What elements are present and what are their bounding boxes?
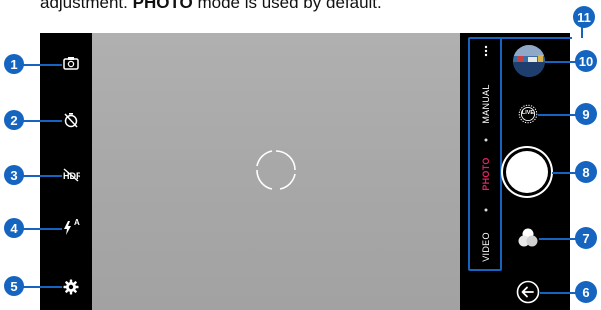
callout-line-10 [545, 61, 577, 63]
back-button[interactable] [516, 280, 540, 304]
switch-camera-icon [63, 57, 79, 70]
callout-line-11-vertical [581, 27, 583, 38]
callout-line-4 [18, 228, 62, 230]
callout-9: 9 [575, 103, 597, 125]
arrow-left-icon [516, 280, 540, 304]
callout-line-8 [552, 172, 577, 174]
mode-separator [484, 138, 488, 142]
callout-8: 8 [575, 161, 597, 183]
callout-7: 7 [575, 227, 597, 249]
hdr-button[interactable]: HDR [61, 165, 81, 185]
callout-4: 4 [4, 218, 24, 238]
callout-6: 6 [575, 281, 597, 303]
callout-line-5 [18, 286, 62, 288]
caption-before: adjustment. [40, 0, 133, 12]
mode-video[interactable]: VIDEO [481, 232, 491, 262]
switch-camera-button[interactable] [61, 53, 81, 73]
mode-separator [484, 208, 488, 212]
callout-line-6 [540, 292, 577, 294]
callout-10: 10 [575, 50, 597, 72]
settings-button[interactable] [61, 277, 81, 297]
focus-ring-icon [256, 150, 296, 190]
callout-line-3 [18, 175, 62, 177]
live-photo-button[interactable]: LIVE [518, 104, 538, 124]
gallery-preview-image [513, 45, 545, 77]
callout-3: 3 [4, 165, 24, 185]
gear-icon [63, 279, 79, 295]
gallery-thumbnail[interactable] [513, 45, 545, 77]
mode-manual[interactable]: MANUAL [481, 84, 491, 123]
callout-line-9 [538, 114, 577, 116]
caption-mode-name: PHOTO [132, 0, 193, 12]
callout-11: 11 [573, 6, 595, 28]
callout-line-2 [18, 120, 62, 122]
mode-photo[interactable]: PHOTO [481, 157, 491, 190]
callout-2: 2 [4, 110, 24, 130]
timer-off-icon [64, 113, 78, 128]
flash-button[interactable]: A [61, 218, 81, 238]
callout-5: 5 [4, 276, 24, 296]
instruction-text: adjustment. PHOTO mode is used by defaul… [40, 0, 382, 13]
callout-line-1 [18, 64, 62, 66]
filter-button[interactable] [517, 227, 539, 249]
callout-line-11 [498, 37, 572, 39]
shutter-button[interactable] [506, 151, 548, 193]
callout-1: 1 [4, 54, 24, 74]
filter-icon [518, 228, 538, 247]
hdr-off-icon: HDR [63, 168, 80, 182]
mode-selector: MANUAL PHOTO VIDEO [474, 38, 498, 266]
flash-auto-label: A [74, 218, 80, 227]
callout-line-7 [539, 238, 577, 240]
caption-after: mode is used by default. [192, 0, 382, 12]
live-label: LIVE [521, 110, 535, 116]
timer-button[interactable] [61, 110, 81, 130]
